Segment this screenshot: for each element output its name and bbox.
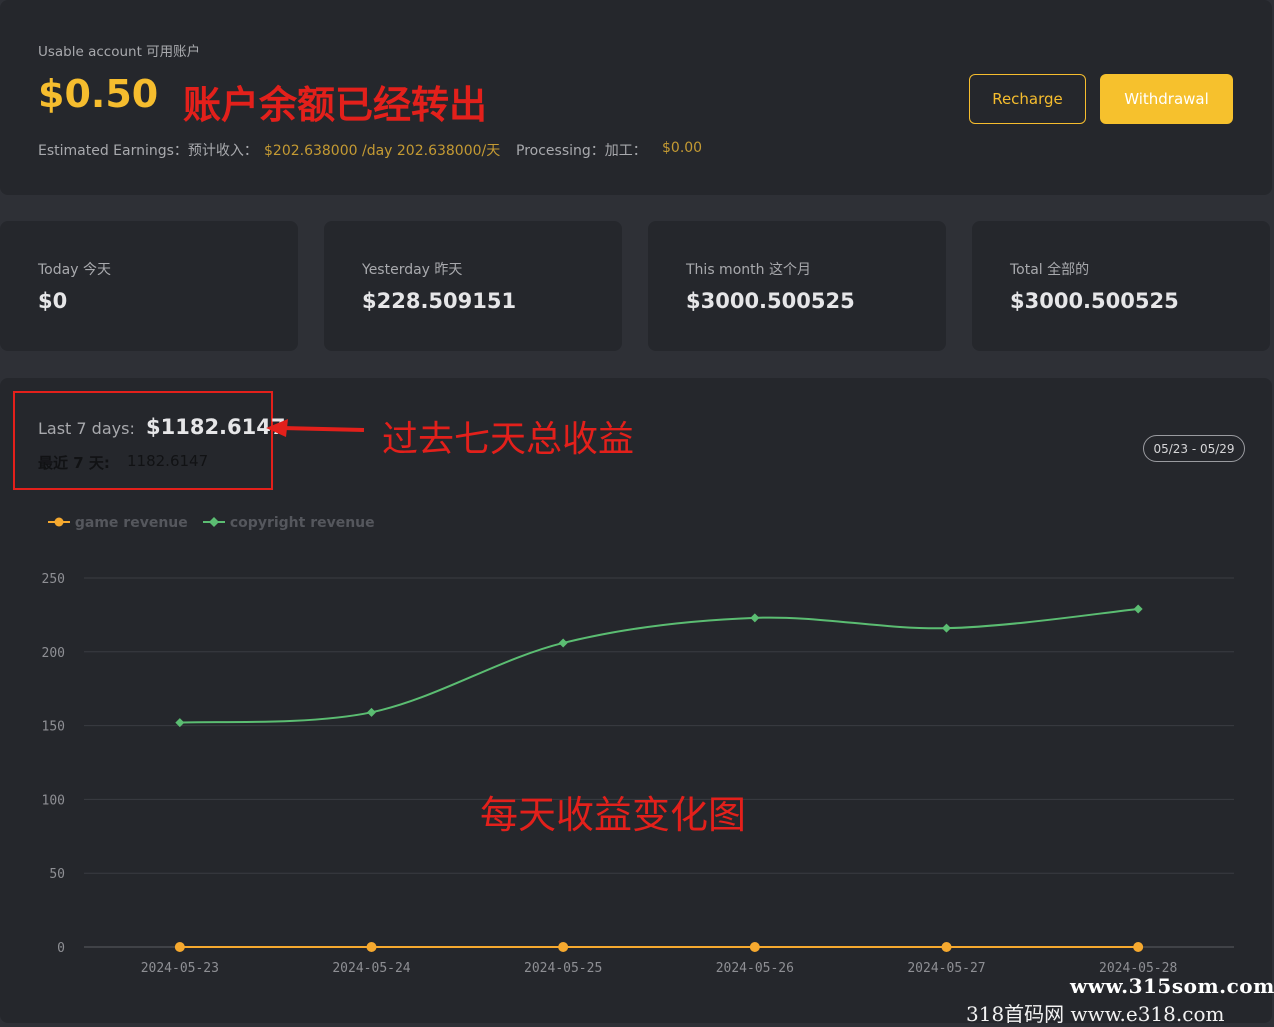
data-point — [367, 707, 376, 717]
x-tick-label: 2024-05-24 — [332, 961, 410, 976]
x-tick-label: 2024-05-25 — [524, 961, 602, 976]
data-point — [942, 623, 951, 633]
y-tick-label: 50 — [49, 867, 65, 882]
y-tick-label: 150 — [42, 720, 65, 735]
y-tick-label: 0 — [57, 941, 65, 956]
data-point — [174, 942, 185, 952]
x-tick-label: 2024-05-27 — [907, 961, 985, 976]
y-tick-label: 250 — [42, 572, 65, 587]
data-point — [941, 942, 952, 952]
data-point — [558, 638, 568, 648]
data-point — [1133, 942, 1144, 952]
data-point — [750, 613, 760, 623]
data-point — [1133, 604, 1143, 614]
x-tick-label: 2024-05-23 — [141, 961, 219, 976]
y-tick-label: 100 — [42, 793, 65, 808]
y-tick-label: 200 — [42, 646, 65, 661]
chart-annotation: 每天收益变化图 — [480, 793, 747, 837]
x-tick-label: 2024-05-26 — [716, 961, 794, 976]
series-line — [179, 608, 1139, 724]
data-point — [749, 942, 760, 952]
data-point — [366, 942, 377, 952]
earnings-line-chart: 0 50 100 150 200 250 2024-05-23 2024-05-24 2024-… — [42, 572, 1234, 976]
watermark-site: www.315som.com — [1070, 974, 1274, 998]
data-point — [558, 942, 569, 952]
